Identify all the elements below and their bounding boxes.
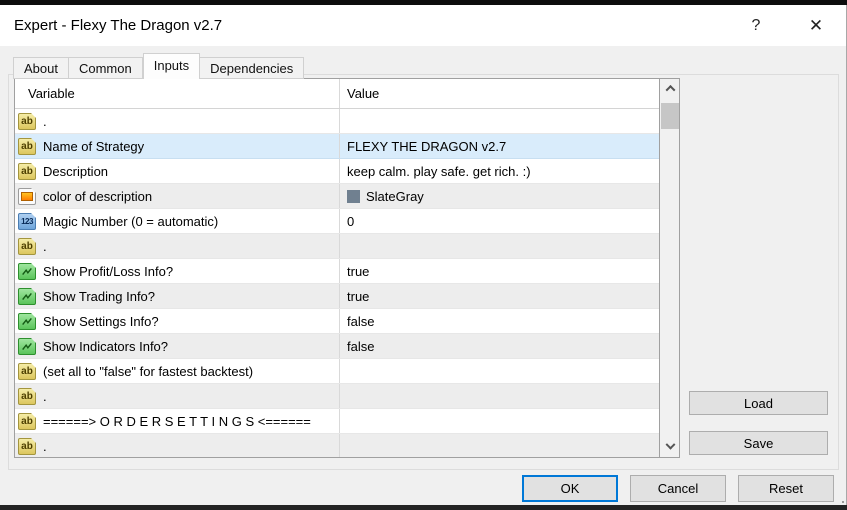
param-name: Name of Strategy: [43, 138, 145, 154]
param-name: color of description: [43, 188, 153, 204]
text-param-icon: ab: [18, 437, 36, 455]
param-row[interactable]: ab Name of Strategy FLEXY THE DRAGON v2.7: [15, 134, 659, 159]
ok-button[interactable]: OK: [522, 475, 618, 502]
param-name: .: [43, 388, 47, 404]
text-param-icon: ab: [18, 237, 36, 255]
text-param-icon: ab: [18, 137, 36, 155]
param-name: (set all to "false" for fastest backtest…: [43, 363, 254, 379]
scroll-down-icon[interactable]: [661, 438, 679, 457]
inputs-table: Variable Value ab. ab Name of Strategy FLEX…: [14, 78, 680, 458]
param-name: .: [43, 438, 47, 454]
color-param-icon: [18, 187, 36, 205]
param-row[interactable]: ab.: [15, 434, 659, 457]
param-name: Description: [43, 163, 109, 179]
save-button[interactable]: Save: [689, 431, 828, 455]
titlebar: Expert - Flexy The Dragon v2.7 ? ✕: [0, 5, 846, 46]
param-row[interactable]: Show Trading Info? true: [15, 284, 659, 309]
param-row[interactable]: 123 Magic Number (0 = automatic) 0: [15, 209, 659, 234]
param-value[interactable]: SlateGray: [366, 189, 424, 204]
param-value[interactable]: 0: [347, 214, 354, 229]
bool-param-icon: [18, 287, 36, 305]
param-name: Show Indicators Info?: [43, 338, 169, 354]
param-row[interactable]: ab (set all to "false" for fastest backte…: [15, 359, 659, 384]
color-swatch: [347, 189, 360, 203]
text-param-icon: ab: [18, 362, 36, 380]
tab-common[interactable]: Common: [68, 57, 143, 79]
param-value[interactable]: false: [347, 314, 374, 329]
param-value[interactable]: keep calm. play safe. get rich. :): [347, 164, 531, 179]
param-name: Show Trading Info?: [43, 288, 156, 304]
param-row[interactable]: ab.: [15, 109, 659, 134]
text-param-icon: ab: [18, 112, 36, 130]
cancel-button[interactable]: Cancel: [630, 475, 726, 502]
tab-dependencies[interactable]: Dependencies: [200, 57, 305, 79]
param-name: .: [43, 238, 47, 254]
param-name: .: [43, 113, 47, 129]
text-param-icon: ab: [18, 387, 36, 405]
tab-about[interactable]: About: [13, 57, 69, 79]
param-value[interactable]: true: [347, 289, 369, 304]
param-row[interactable]: ab Description keep calm. play safe. get r…: [15, 159, 659, 184]
tab-bar: About Common Inputs Dependencies: [13, 50, 305, 79]
vertical-scrollbar[interactable]: [659, 79, 679, 457]
tab-inputs[interactable]: Inputs: [142, 53, 201, 79]
load-button[interactable]: Load: [689, 391, 828, 415]
bool-param-icon: [18, 262, 36, 280]
text-param-icon: ab: [18, 412, 36, 430]
background-bottom: [0, 505, 847, 510]
column-header-variable: Variable: [15, 79, 340, 108]
help-icon[interactable]: ?: [736, 5, 776, 46]
screen: Expert - Flexy The Dragon v2.7 ? ✕ About…: [0, 0, 847, 510]
window-title: Expert - Flexy The Dragon v2.7: [14, 17, 223, 34]
param-name: ======> O R D E R S E T T I N G S <=====…: [43, 413, 311, 429]
param-name: Show Settings Info?: [43, 313, 159, 329]
param-value[interactable]: FLEXY THE DRAGON v2.7: [347, 139, 506, 154]
text-param-icon: ab: [18, 162, 36, 180]
expert-properties-dialog: Expert - Flexy The Dragon v2.7 ? ✕ About…: [0, 5, 847, 507]
bool-param-icon: [18, 337, 36, 355]
param-table-body: ab. ab Name of Strategy FLEXY THE DRAGON v2…: [15, 109, 659, 457]
param-name: Show Profit/Loss Info?: [43, 263, 174, 279]
param-row[interactable]: ab ======> O R D E R S E T T I N G S <===…: [15, 409, 659, 434]
close-icon[interactable]: ✕: [796, 5, 836, 46]
reset-button[interactable]: Reset: [738, 475, 834, 502]
bool-param-icon: [18, 312, 36, 330]
param-row[interactable]: Show Settings Info? false: [15, 309, 659, 334]
column-header-value: Value: [347, 86, 380, 101]
param-row[interactable]: ab.: [15, 384, 659, 409]
param-row[interactable]: Show Indicators Info? false: [15, 334, 659, 359]
param-row[interactable]: Show Profit/Loss Info? true: [15, 259, 659, 284]
param-row[interactable]: color of description SlateGray: [15, 184, 659, 209]
number-param-icon: 123: [18, 212, 36, 230]
scrollbar-thumb[interactable]: [661, 103, 679, 129]
param-value[interactable]: true: [347, 264, 369, 279]
param-row[interactable]: ab.: [15, 234, 659, 259]
scroll-up-icon[interactable]: [661, 79, 679, 98]
param-value[interactable]: false: [347, 339, 374, 354]
param-name: Magic Number (0 = automatic): [43, 213, 219, 229]
table-header: Variable Value: [15, 79, 679, 109]
